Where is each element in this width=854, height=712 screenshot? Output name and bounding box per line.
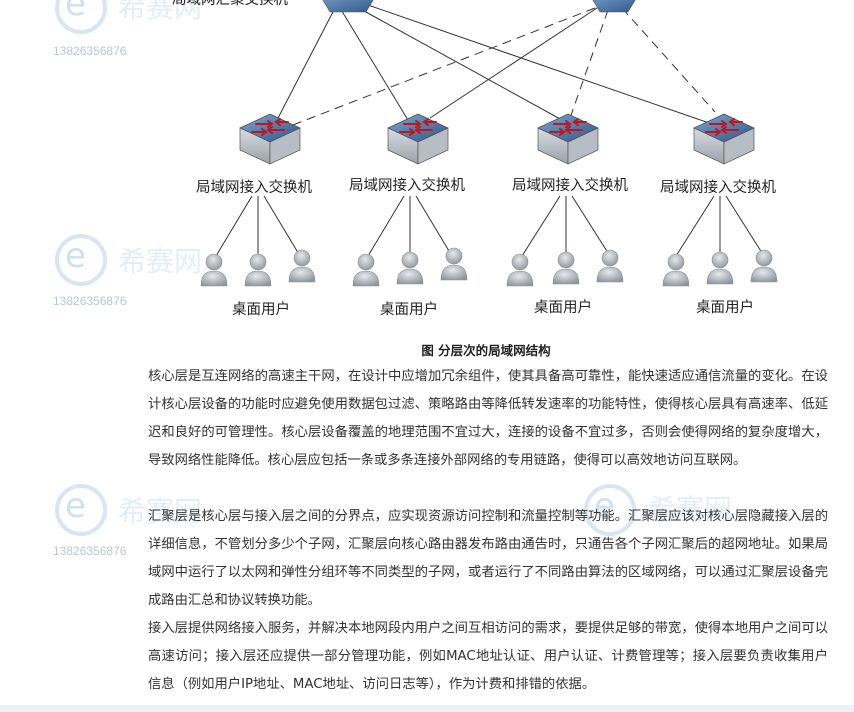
user-icon <box>750 249 778 283</box>
aggregation-switch-icon <box>592 0 636 13</box>
user-icon <box>352 253 380 287</box>
aggregation-switch-icon <box>322 0 374 13</box>
access-switch-icon <box>693 113 755 165</box>
network-diagram <box>200 0 778 287</box>
access-switch-label: 局域网接入交换机 <box>512 178 628 194</box>
downlinks <box>215 195 765 257</box>
watermark-phone: 13826356876 <box>53 544 127 558</box>
user-icon <box>706 251 734 285</box>
figure-caption: 图 分层次的局域网结构 <box>421 343 551 358</box>
access-switch-icon <box>537 113 599 165</box>
access-switch-icon <box>239 113 301 165</box>
user-icon <box>662 253 690 287</box>
paragraph-core-layer: 核心层是互连网络的高速主干网，在设计中应增加冗余组件，使其具备高可靠性，能快速适… <box>148 369 828 468</box>
user-icon <box>396 251 424 285</box>
user-icon <box>288 249 316 283</box>
user-icon <box>440 247 468 281</box>
access-switch-icon <box>387 113 449 165</box>
user-group-label: 桌面用户 <box>534 300 592 316</box>
user-icon <box>552 251 580 285</box>
watermark-logo-icon: e <box>55 484 107 536</box>
paragraph-aggregation-layer: 汇聚层是核心层与接入层之间的分界点，应实现资源访问控制和流量控制等功能。汇聚层应… <box>148 509 828 608</box>
user-group-label: 桌面用户 <box>380 302 438 318</box>
access-switch-label: 局域网接入交换机 <box>196 180 312 196</box>
user-icon <box>596 249 624 283</box>
user-icon <box>506 253 534 287</box>
paragraph-access-layer: 接入层提供网络接入服务，并解决本地网段内用户之间互相访问的需求，要提供足够的带宽… <box>148 621 828 692</box>
access-switch-label: 局域网接入交换机 <box>660 180 776 196</box>
uplinks-dashed <box>279 7 716 131</box>
user-group-label: 桌面用户 <box>696 300 754 316</box>
user-icon <box>244 253 272 287</box>
aggregation-switch-label: 局域网汇聚交换机 <box>172 0 288 8</box>
user-icon <box>200 253 228 287</box>
access-switch-label: 局域网接入交换机 <box>349 178 465 194</box>
bottom-scroll-strip <box>0 705 854 712</box>
user-group-label: 桌面用户 <box>232 302 290 318</box>
